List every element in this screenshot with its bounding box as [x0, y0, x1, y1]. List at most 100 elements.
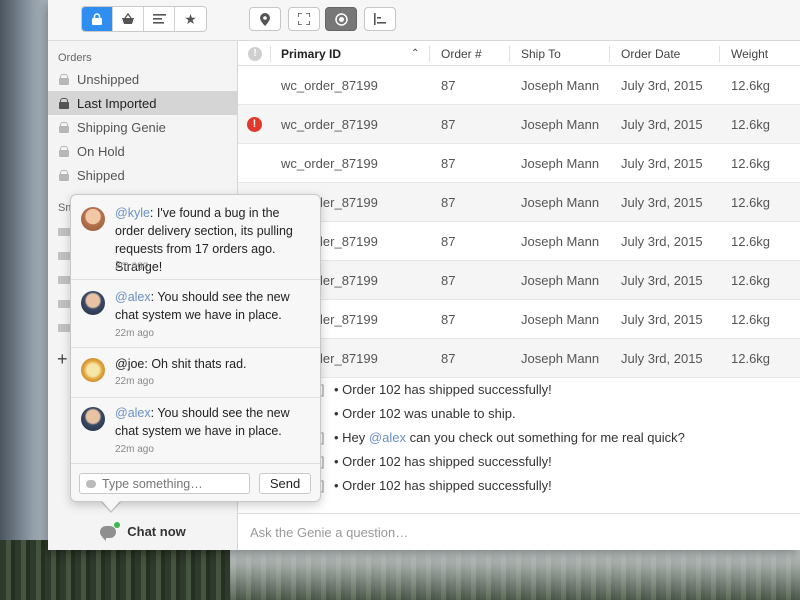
ask-genie-input[interactable]: Ask the Genie a question… — [238, 513, 800, 550]
cell-weight: 12.6kg — [731, 234, 771, 249]
chat-message-text: @alex: You should see the new chat syste… — [115, 288, 311, 324]
table-row[interactable]: wc_order_87199 87 Joseph Mann July 3rd, 201… — [238, 300, 800, 339]
log-entry: 5 ]• Order 102 has shipped successfully! — [238, 474, 800, 498]
chat-username[interactable]: @alex — [115, 406, 151, 420]
chat-timestamp: 2m ago — [115, 260, 149, 271]
chat-username[interactable]: @kyle — [115, 206, 150, 220]
avatar — [81, 291, 105, 315]
cell-ship-to: Joseph Mann — [521, 312, 600, 327]
cell-ship-to: Joseph Mann — [521, 156, 600, 171]
column-divider — [509, 46, 510, 62]
chat-now-button[interactable]: Chat now — [48, 513, 238, 550]
cell-order-date: July 3rd, 2015 — [621, 156, 703, 171]
column-header-order-number[interactable]: Order # — [441, 42, 482, 66]
lock-icon — [59, 121, 69, 133]
lock-icon — [59, 73, 69, 85]
orders-view-button[interactable] — [82, 7, 113, 31]
cell-order-date: July 3rd, 2015 — [621, 312, 703, 327]
sort-button[interactable] — [364, 7, 396, 31]
record-button[interactable] — [325, 7, 357, 31]
add-filter-icon[interactable]: + — [57, 349, 68, 370]
chat-username[interactable]: @alex — [115, 290, 151, 304]
location-button[interactable] — [249, 7, 281, 31]
cell-order-number: 87 — [441, 78, 456, 93]
sidebar-item-label: Shipping Genie — [77, 119, 166, 135]
folder-icon[interactable] — [58, 252, 70, 260]
folder-icon[interactable] — [58, 228, 70, 236]
basket-view-button[interactable] — [113, 7, 144, 31]
column-divider — [719, 46, 720, 62]
mention-link[interactable]: @alex — [369, 430, 406, 445]
folder-icon[interactable] — [58, 324, 70, 332]
sidebar-item-shipping-genie[interactable]: Shipping Genie — [48, 115, 238, 139]
alert-column-icon[interactable]: ! — [248, 47, 262, 61]
chat-timestamp: 22m ago — [115, 376, 154, 387]
avatar — [81, 358, 105, 382]
popover-arrow — [102, 501, 120, 511]
chat-message-text: @alex: You should see the new chat syste… — [115, 404, 311, 440]
cell-ship-to: Joseph Mann — [521, 78, 600, 93]
lock-icon — [59, 97, 69, 109]
chat-timestamp: 22m ago — [115, 444, 154, 455]
sidebar-item-on-hold[interactable]: On Hold — [48, 139, 238, 163]
table-row[interactable]: wc_order_87199 87 Joseph Mann July 3rd, 201… — [238, 261, 800, 300]
cell-order-number: 87 — [441, 156, 456, 171]
view-switcher: ★ — [81, 6, 207, 32]
cell-order-date: July 3rd, 2015 — [621, 234, 703, 249]
table-row[interactable]: wc_order_87199 87 Joseph Mann July 3rd, 201… — [238, 222, 800, 261]
sidebar-item-label: Unshipped — [77, 71, 140, 87]
star-icon: ★ — [184, 10, 197, 27]
table-row[interactable]: ! wc_order_87199 87 Joseph Mann July 3rd, 20… — [238, 105, 800, 144]
orders-table: wc_order_87199 87 Joseph Mann July 3rd, 201… — [238, 66, 800, 378]
column-header-primary-id[interactable]: Primary ID — [281, 42, 341, 66]
log-entry: 5 ]• Hey @alex can you check out somethi… — [238, 426, 800, 450]
cell-weight: 12.6kg — [731, 156, 771, 171]
chat-bubble-icon — [100, 521, 121, 541]
list-view-button[interactable] — [144, 7, 175, 31]
map-pin-icon — [260, 12, 270, 26]
desktop-mist — [230, 548, 800, 600]
cell-order-number: 87 — [441, 312, 456, 327]
sort-ascending-icon[interactable]: ⌃ — [411, 42, 419, 66]
cell-weight: 12.6kg — [731, 312, 771, 327]
cell-primary-id: wc_order_87199 — [281, 156, 378, 171]
cell-order-date: July 3rd, 2015 — [621, 117, 703, 132]
log-message: • Hey @alex can you check out something … — [334, 430, 685, 445]
main-toolbar — [238, 0, 800, 41]
sidebar-item-unshipped[interactable]: Unshipped — [48, 67, 238, 91]
folder-icon[interactable] — [58, 276, 70, 284]
favorites-view-button[interactable]: ★ — [175, 7, 206, 31]
fullscreen-button[interactable] — [288, 7, 320, 31]
cell-weight: 12.6kg — [731, 117, 771, 132]
error-icon[interactable]: ! — [247, 117, 262, 132]
table-row[interactable]: wc_order_87199 87 Joseph Mann July 3rd, 201… — [238, 144, 800, 183]
chat-message: @joe: Oh shit thats rad. 22m ago — [71, 348, 320, 398]
table-row[interactable]: wc_order_87199 87 Joseph Mann July 3rd, 201… — [238, 66, 800, 105]
table-row[interactable]: wc_order_87199 87 Joseph Mann July 3rd, 201… — [238, 339, 800, 378]
cell-ship-to: Joseph Mann — [521, 195, 600, 210]
send-button[interactable]: Send — [259, 473, 311, 494]
cell-ship-to: Joseph Mann — [521, 351, 600, 366]
list-icon — [152, 14, 166, 24]
chat-message-input[interactable] — [79, 473, 250, 494]
column-divider — [609, 46, 610, 62]
avatar — [81, 407, 105, 431]
sidebar-item-last-imported[interactable]: Last Imported — [48, 91, 238, 115]
sidebar-item-shipped[interactable]: Shipped — [48, 163, 238, 187]
column-header-ship-to[interactable]: Ship To — [521, 42, 561, 66]
lock-icon — [92, 13, 102, 25]
chat-username[interactable]: @joe — [115, 357, 144, 371]
log-message: • Order 102 has shipped successfully! — [334, 382, 552, 397]
cell-order-date: July 3rd, 2015 — [621, 195, 703, 210]
cell-order-number: 87 — [441, 273, 456, 288]
column-header-weight[interactable]: Weight — [731, 42, 768, 66]
folder-icon[interactable] — [58, 300, 70, 308]
orders-heading: Orders — [58, 52, 92, 64]
cell-order-number: 87 — [441, 195, 456, 210]
table-row[interactable]: wc_order_87199 87 Joseph Mann July 3rd, 201… — [238, 183, 800, 222]
cell-order-number: 87 — [441, 117, 456, 132]
column-divider — [429, 46, 430, 62]
online-status-dot — [114, 521, 121, 528]
column-header-order-date[interactable]: Order Date — [621, 42, 680, 66]
expand-icon — [298, 13, 310, 25]
